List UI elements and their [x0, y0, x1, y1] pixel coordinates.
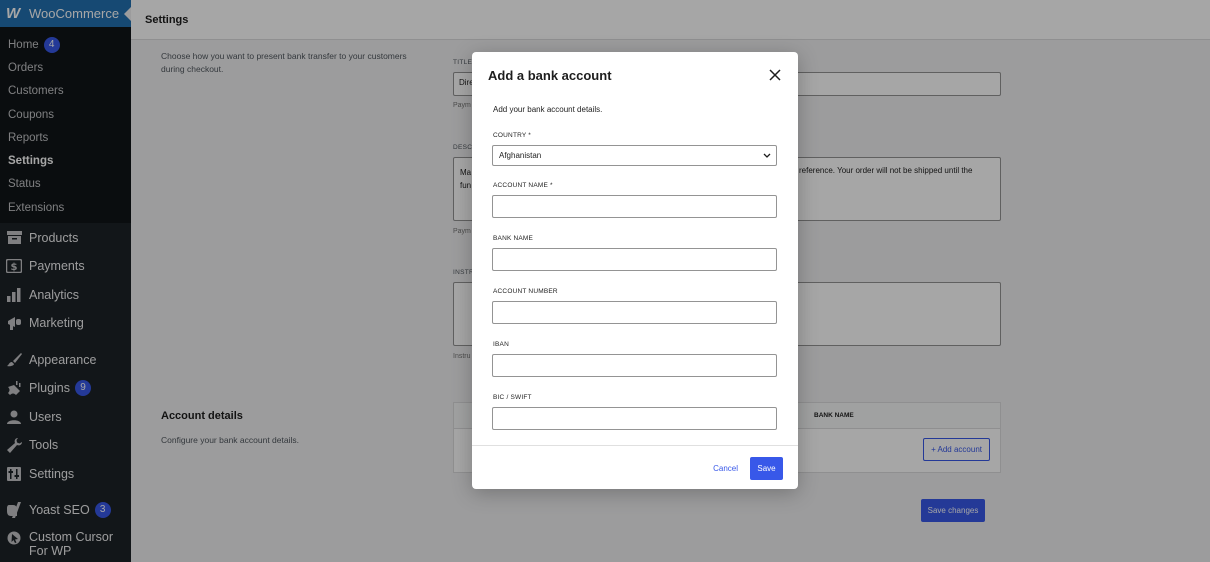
modal-intro-text: Add your bank account details. — [493, 105, 603, 114]
add-bank-account-modal: Add a bank account Add your bank account… — [472, 52, 798, 489]
account-name-input[interactable] — [492, 195, 777, 218]
account-number-input[interactable] — [492, 301, 777, 324]
bic-swift-input[interactable] — [492, 407, 777, 430]
modal-title: Add a bank account — [488, 68, 612, 83]
save-button[interactable]: Save — [750, 457, 783, 480]
bic-swift-label: BIC / SWIFT — [493, 394, 532, 401]
bank-name-input[interactable] — [492, 248, 777, 271]
iban-label: IBAN — [493, 341, 509, 348]
account-number-label: ACCOUNT NUMBER — [493, 288, 558, 295]
account-name-label: ACCOUNT NAME * — [493, 182, 553, 189]
close-icon[interactable] — [768, 68, 782, 82]
country-label: COUNTRY * — [493, 132, 532, 139]
cancel-button[interactable]: Cancel — [713, 464, 738, 473]
modal-footer: Cancel Save — [472, 445, 798, 489]
country-selected-value: Afghanistan — [499, 151, 542, 160]
bank-name-label: BANK NAME — [493, 235, 534, 242]
iban-input[interactable] — [492, 354, 777, 377]
country-select[interactable]: Afghanistan — [492, 145, 777, 166]
chevron-down-icon — [763, 152, 771, 161]
